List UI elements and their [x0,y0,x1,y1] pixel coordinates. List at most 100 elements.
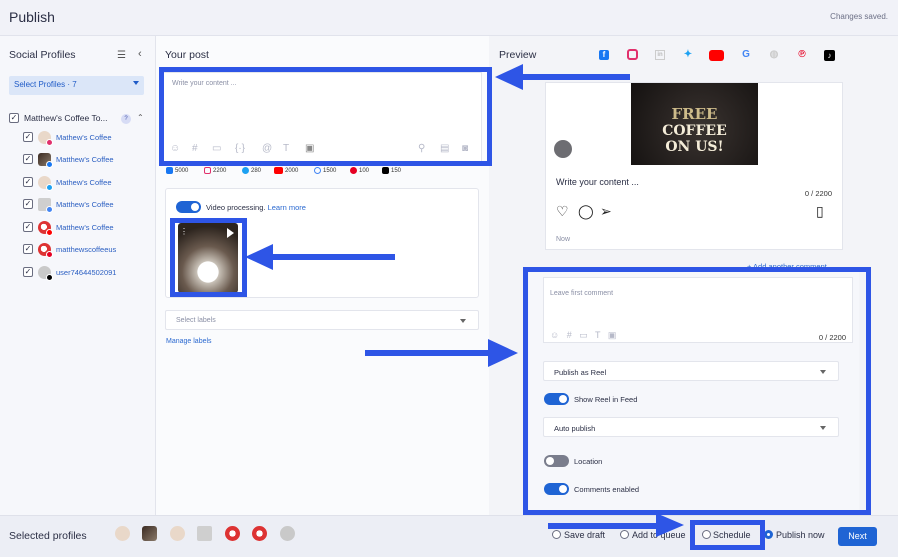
selected-profiles-label: Selected profiles [9,530,87,542]
avatar [115,526,130,541]
profile-item[interactable]: ✓ Matthew's Coffee [23,221,153,237]
sidebar-title: Social Profiles [9,49,76,61]
profile-item[interactable]: ✓ Matthew's Coffee [23,198,153,214]
profile-checkbox[interactable]: ✓ [23,222,33,232]
avatar [38,198,53,213]
chevron-up-icon[interactable]: ⌃ [137,113,144,122]
facebook-icon [166,167,173,174]
publish-as-select[interactable]: Publish as Reel [543,361,839,381]
group-checkbox[interactable]: ✓ [9,113,19,123]
video-processing-toggle[interactable] [176,201,201,213]
show-reel-toggle[interactable] [544,393,569,405]
profile-group[interactable]: ✓ Matthew's Coffee To... ? ⌃ [9,113,149,127]
preview-char-count: 0 / 2200 [804,189,832,198]
profile-item[interactable]: ✓ Mathew's Coffee [23,131,153,147]
first-comment-placeholder[interactable]: Leave first comment [550,290,613,297]
link-icon[interactable]: ⚲ [418,143,425,154]
first-comment-box[interactable]: Leave first comment ☺ # ▭ T ▣ 0 / 2200 [543,277,853,343]
profile-item[interactable]: ✓ Mathew's Coffee [23,176,153,192]
learn-more-link[interactable]: Learn more [268,203,306,212]
avatar [252,526,267,541]
avatar [38,243,53,258]
arrow-annotation [548,523,658,529]
tiktok-tab-icon[interactable]: ♪ [824,50,835,61]
top-bar: Publish Changes saved. [0,0,898,36]
preview-time: Now [556,236,571,243]
pinterest-tab-icon[interactable]: ℗ [795,48,809,62]
profile-checkbox[interactable]: ✓ [23,199,33,209]
video-processing-label: Video processing. Learn more [206,203,306,212]
google-icon [314,167,321,174]
google-business-tab-icon[interactable]: ◍ [767,48,781,62]
next-button[interactable]: Next [838,527,877,546]
profile-name: Mathew's Coffee [56,133,112,142]
profile-checkbox[interactable]: ✓ [23,244,33,254]
camera-icon[interactable]: ◙ [462,143,468,154]
media-section: Video processing. Learn more ⋮ [165,188,479,298]
labels-placeholder: Select labels [176,317,216,324]
first-comment-count: 0 / 2200 [818,333,846,342]
select-profiles-label: Select Profiles · 7 [14,80,77,89]
add-comment-link[interactable]: + Add another comment [747,262,827,271]
upload-video-icon[interactable]: ▤ [440,143,449,154]
publish-now-label[interactable]: Publish now [776,530,825,540]
avatar [38,221,53,236]
preview-image: FREE COFFEE ON US! [631,83,758,165]
profile-checkbox[interactable]: ✓ [23,267,33,277]
avatar [38,131,53,146]
your-post-panel: Your post Write your content ... ☺ # ▭ {… [156,36,489,515]
post-content-editor[interactable]: Write your content ... ☺ # ▭ {·} @ T ▣ ⚲… [161,72,482,162]
profile-checkbox[interactable]: ✓ [23,177,33,187]
add-queue-radio[interactable] [620,530,629,539]
profile-name: user74644502091 [56,268,117,277]
page-title: Publish [9,9,55,25]
profile-name: Matthew's Coffee [56,155,114,164]
linkedin-tab-icon[interactable]: in [655,50,665,60]
collapse-sidebar-icon[interactable]: ‹ [138,48,142,60]
text-format-icon[interactable]: T [283,143,289,154]
profile-item[interactable]: ✓ user74644502091 [23,266,153,282]
publish-options: Leave first comment ☺ # ▭ T ▣ 0 / 2200 P… [529,272,859,510]
profile-item[interactable]: ✓ Matthew's Coffee [23,153,153,169]
filter-icon[interactable]: ☰ [117,50,126,61]
mention-icon[interactable]: @ [262,143,272,154]
profile-name: Matthew's Coffee [56,200,114,209]
save-draft-label[interactable]: Save draft [564,530,605,540]
profile-name: matthewscoffeeus [56,245,117,254]
facebook-tab-icon[interactable]: f [599,50,609,60]
profile-checkbox[interactable]: ✓ [23,132,33,142]
save-draft-radio[interactable] [552,530,561,539]
emoji-icon[interactable]: ☺ [170,143,180,154]
schedule-radio[interactable] [702,530,711,539]
ai-assistant-icon[interactable]: ▣ [305,143,314,154]
auto-publish-select[interactable]: Auto publish [543,417,839,437]
char-limit: 2200 [204,167,226,174]
google-tab-icon[interactable]: G [739,48,753,62]
play-icon[interactable] [227,228,234,238]
select-profiles-dropdown[interactable]: Select Profiles · 7 [9,76,144,95]
variables-icon[interactable]: {·} [235,143,245,154]
profile-item[interactable]: ✓ matthewscoffeeus [23,243,153,259]
publish-now-radio[interactable] [764,530,773,539]
hashtag-icon[interactable]: # [192,143,198,154]
profile-checkbox[interactable]: ✓ [23,154,33,164]
media-library-icon[interactable]: ▭ [212,143,221,154]
more-options-icon[interactable]: ⋮ [180,227,188,236]
avatar [38,266,53,281]
content-placeholder[interactable]: Write your content ... [172,80,236,87]
preview-avatar [554,140,572,158]
profile-group-label: Matthew's Coffee To... [24,113,108,123]
tiktok-icon [382,167,389,174]
char-limit: 100 [350,167,369,174]
youtube-tab-icon[interactable] [709,50,724,61]
twitter-tab-icon[interactable]: ✦ [681,48,695,62]
comments-toggle[interactable] [544,483,569,495]
schedule-label[interactable]: Schedule [713,530,751,540]
instagram-tab-icon[interactable] [627,49,638,60]
arrow-annotation [365,350,490,356]
manage-labels-link[interactable]: Manage labels [166,338,212,345]
video-thumbnail[interactable]: ⋮ [178,223,238,293]
location-toggle[interactable] [544,455,569,467]
avatar [280,526,295,541]
labels-select[interactable]: Select labels [165,310,479,330]
